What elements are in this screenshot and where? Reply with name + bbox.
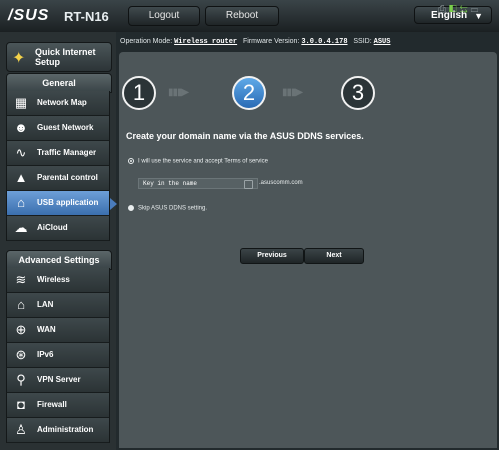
- logout-button[interactable]: Logout: [128, 6, 200, 26]
- sidebar-item-parental-control[interactable]: ▲ Parental control: [6, 166, 110, 191]
- quick-setup-label: Quick Internet Setup: [35, 47, 96, 67]
- wand-icon: ✦: [12, 50, 26, 67]
- internet-status-icon[interactable]: ◧: [449, 4, 460, 15]
- sidebar-item-administration[interactable]: ♙ Administration: [6, 418, 110, 443]
- ddns-name-input[interactable]: Key in the name: [138, 178, 258, 189]
- sidebar-item-aicloud[interactable]: ☁ AiCloud: [6, 216, 110, 241]
- reboot-button[interactable]: Reboot: [205, 6, 279, 26]
- status-text: Operation Mode: Wireless router Firmware…: [120, 38, 390, 46]
- skip-ddns-radio[interactable]: [128, 205, 134, 211]
- previous-button[interactable]: Previous: [240, 248, 304, 264]
- sidebar-item-label: LAN: [37, 300, 54, 309]
- wan-icon: ⊕: [15, 322, 27, 337]
- guest-network-icon: ☻: [14, 120, 28, 135]
- sidebar-item-label: VPN Server: [37, 375, 81, 384]
- sidebar-item-label: Parental control: [37, 173, 98, 182]
- printer-icon[interactable]: ⎙: [438, 4, 449, 15]
- sidebar-item-label: Guest Network: [37, 123, 94, 132]
- sidebar-item-label: Administration: [37, 425, 94, 434]
- ssid-link[interactable]: ASUS: [374, 38, 391, 46]
- advanced-section-title: Advanced Settings: [6, 250, 112, 270]
- step-arrow-icon: ▮▮▮▶: [168, 87, 189, 98]
- sidebar-item-network-map[interactable]: ▦ Network Map: [6, 91, 110, 116]
- sidebar-item-label: AiCloud: [37, 223, 68, 232]
- general-section-title: General: [6, 73, 112, 93]
- sidebar-item-label: IPv6: [37, 350, 54, 359]
- wireless-icon: ≋: [15, 272, 27, 287]
- next-button[interactable]: Next: [304, 248, 364, 264]
- network-map-icon: ▦: [14, 95, 28, 110]
- firmware-link[interactable]: 3.0.0.4.178: [301, 38, 347, 46]
- client-status-icon[interactable]: ▭: [471, 4, 482, 15]
- sidebar-item-ipv6[interactable]: ⊛ IPv6: [6, 343, 110, 368]
- operation-mode-link[interactable]: Wireless router: [174, 38, 237, 46]
- sidebar-item-firewall[interactable]: ◘ Firewall: [6, 393, 110, 418]
- usb-status-icon[interactable]: ⇆: [460, 4, 471, 15]
- sidebar-item-vpn-server[interactable]: ⚲ VPN Server: [6, 368, 110, 393]
- accept-ddns-radio[interactable]: [128, 158, 134, 164]
- cloud-icon: ☁: [14, 220, 28, 235]
- step-arrow-icon: ▮▮▮▶: [282, 87, 303, 98]
- ipv6-icon: ⊛: [15, 347, 27, 362]
- accept-ddns-option[interactable]: I will use the service and accept Terms …: [128, 158, 268, 165]
- top-bar: /SUS RT-N16 Logout Reboot English ▼: [0, 0, 499, 33]
- vpn-icon: ⚲: [16, 372, 26, 387]
- step-3-indicator: 3: [341, 76, 375, 110]
- quick-internet-setup-button[interactable]: ✦ Quick Internet Setup: [6, 42, 112, 72]
- lock-icon: ▲: [14, 170, 28, 185]
- admin-icon: ♙: [15, 422, 27, 437]
- sidebar-item-label: Firewall: [37, 400, 67, 409]
- firmware-label: Firmware Version:: [242, 38, 300, 45]
- skip-ddns-label: Skip ASUS DDNS setting.: [138, 205, 208, 212]
- accept-ddns-label: I will use the service and accept Terms …: [138, 158, 268, 165]
- sidebar-item-lan[interactable]: ⌂ LAN: [6, 293, 110, 318]
- active-item-pointer: [110, 198, 117, 210]
- sidebar-item-traffic-manager[interactable]: ∿ Traffic Manager: [6, 141, 110, 166]
- sidebar-item-label: Wireless: [37, 275, 70, 284]
- step-1-indicator: 1: [122, 76, 156, 110]
- sidebar-item-guest-network[interactable]: ☻ Guest Network: [6, 116, 110, 141]
- traffic-manager-icon: ∿: [15, 145, 27, 160]
- ddns-heading: Create your domain name via the ASUS DDN…: [126, 131, 364, 141]
- sidebar-item-label: USB application: [37, 198, 99, 207]
- status-icons: ⎙◧⇆▭: [438, 4, 481, 15]
- sidebar-item-wireless[interactable]: ≋ Wireless: [6, 268, 110, 293]
- operation-mode-label: Operation Mode:: [120, 38, 173, 45]
- status-bar: Operation Mode: Wireless router Firmware…: [116, 32, 499, 52]
- asus-logo: /SUS: [8, 7, 50, 24]
- usb-icon: ⌂: [17, 195, 25, 210]
- sidebar-item-wan[interactable]: ⊕ WAN: [6, 318, 110, 343]
- skip-ddns-option[interactable]: Skip ASUS DDNS setting.: [128, 205, 207, 212]
- ssid-label: SSID:: [353, 38, 372, 45]
- domain-suffix: .asuscomm.com: [259, 180, 303, 186]
- lan-icon: ⌂: [17, 297, 25, 312]
- sidebar-item-label: Traffic Manager: [37, 148, 97, 157]
- sidebar-item-usb-application[interactable]: ⌂ USB application: [6, 191, 110, 216]
- firewall-icon: ◘: [17, 397, 25, 412]
- router-model: RT-N16: [64, 9, 109, 24]
- sidebar-item-label: Network Map: [37, 98, 87, 107]
- sidebar-item-label: WAN: [37, 325, 56, 334]
- step-2-indicator: 2: [232, 76, 266, 110]
